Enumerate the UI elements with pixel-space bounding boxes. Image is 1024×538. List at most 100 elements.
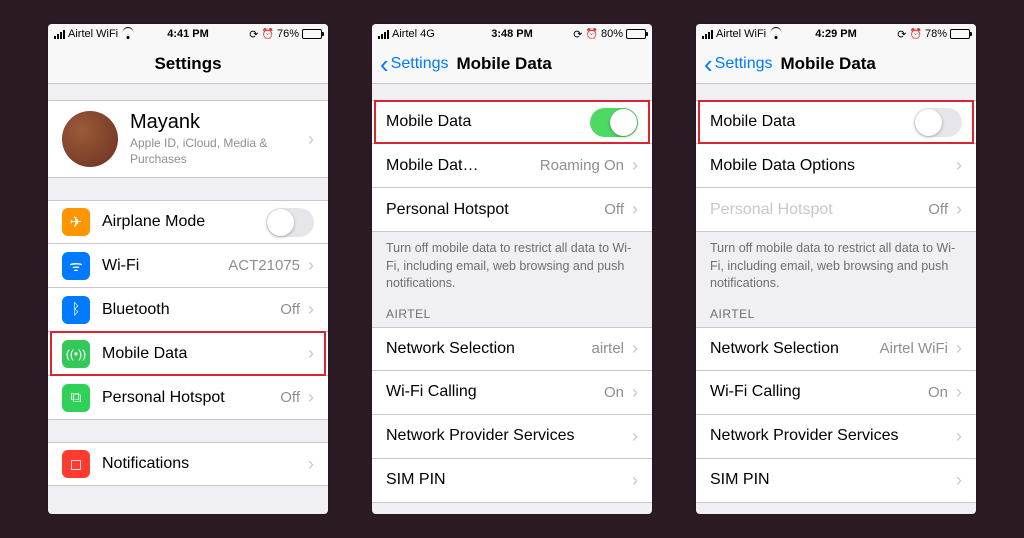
sim-pin-cell[interactable]: SIM PIN › (696, 459, 976, 503)
network-provider-cell[interactable]: Network Provider Services › (372, 415, 652, 459)
cell-detail: Off (604, 201, 624, 218)
wifi-calling-cell[interactable]: Wi-Fi Calling On › (696, 371, 976, 415)
chevron-icon: › (308, 454, 314, 475)
mobile-data-cell[interactable]: ((•)) Mobile Data › (48, 332, 328, 376)
wifi-settings-icon: ᯤ (62, 252, 90, 280)
cell-label: Network Provider Services (710, 427, 899, 445)
cell-label: Notifications (102, 455, 189, 473)
chevron-icon: › (632, 382, 638, 403)
airplane-mode-cell[interactable]: ✈ Airplane Mode (48, 200, 328, 244)
alarm-icon: ⏰ (262, 29, 274, 40)
chevron-icon: › (956, 426, 962, 447)
chevron-icon: › (956, 382, 962, 403)
back-label: Settings (391, 55, 449, 73)
hotspot-cell[interactable]: Personal Hotspot Off › (372, 188, 652, 232)
sim-pin-cell[interactable]: SIM PIN › (372, 459, 652, 503)
navbar: Settings Mobile Data (372, 44, 652, 84)
signal-icon (54, 30, 65, 39)
cell-detail: Off (280, 301, 300, 318)
chevron-icon: › (308, 129, 314, 150)
mobile-data-toggle-cell[interactable]: Mobile Data (696, 100, 976, 144)
airplane-toggle[interactable] (266, 208, 314, 237)
cell-label: SIM PIN (710, 471, 770, 489)
chevron-icon: › (956, 199, 962, 220)
back-button[interactable]: Settings (380, 55, 448, 73)
screenshot-settings-main: Airtel WiFi 4:41 PM ⟳ ⏰ 76% Settings May… (48, 24, 328, 514)
mobile-data-toggle-cell[interactable]: Mobile Data (372, 100, 652, 144)
notifications-cell[interactable]: ◻ Notifications › (48, 442, 328, 486)
cell-label: Mobile Data (386, 113, 471, 131)
cell-label: Personal Hotspot (710, 201, 833, 219)
hotspot-icon: ⧉ (62, 384, 90, 412)
chevron-icon: › (956, 338, 962, 359)
clock: 3:48 PM (491, 28, 533, 40)
carrier-section-header: AIRTEL (372, 301, 652, 327)
signal-icon (702, 30, 713, 39)
battery-icon (950, 29, 970, 39)
cell-label: Network Selection (386, 340, 515, 358)
carrier-label: Airtel WiFi (716, 28, 766, 40)
cell-label: Network Selection (710, 340, 839, 358)
chevron-icon: › (308, 343, 314, 364)
profile-name: Mayank (130, 111, 308, 134)
network-provider-cell[interactable]: Network Provider Services › (696, 415, 976, 459)
chevron-icon: › (632, 470, 638, 491)
network-selection-cell[interactable]: Network Selection airtel › (372, 327, 652, 371)
footer-note: Turn off mobile data to restrict all dat… (372, 232, 652, 301)
battery-pct: 78% (925, 28, 947, 40)
profile-subtitle: Apple ID, iCloud, Media & Purchases (130, 136, 308, 167)
bluetooth-icon: ᛒ (62, 296, 90, 324)
chevron-icon: › (956, 470, 962, 491)
cell-label: Bluetooth (102, 301, 170, 319)
chevron-icon: › (956, 155, 962, 176)
cell-detail: Airtel WiFi (880, 340, 948, 357)
cell-label: Mobile Data (102, 345, 187, 363)
hotspot-cell[interactable]: Personal Hotspot Off › (696, 188, 976, 232)
alarm-icon: ⏰ (910, 29, 922, 40)
wifi-calling-cell[interactable]: Wi-Fi Calling On › (372, 371, 652, 415)
footer-note: Turn off mobile data to restrict all dat… (696, 232, 976, 301)
back-label: Settings (715, 55, 773, 73)
cell-detail: airtel (591, 340, 624, 357)
mobile-data-options-cell[interactable]: Mobile Data Options › (696, 144, 976, 188)
cell-label: Airplane Mode (102, 213, 205, 231)
bluetooth-cell[interactable]: ᛒ Bluetooth Off › (48, 288, 328, 332)
chevron-icon: › (632, 338, 638, 359)
navbar: Settings (48, 44, 328, 84)
hotspot-cell[interactable]: ⧉ Personal Hotspot Off › (48, 376, 328, 420)
chevron-icon: › (632, 155, 638, 176)
bell-icon: ◻ (62, 450, 90, 478)
carrier-section-header: AIRTEL (696, 301, 976, 327)
cell-detail: Roaming On (540, 157, 624, 174)
battery-pct: 80% (601, 28, 623, 40)
status-bar: Airtel 4G 3:48 PM ⟳ ⏰ 80% (372, 24, 652, 44)
rotation-lock-icon: ⟳ (249, 28, 258, 41)
screenshot-mobile-data-off: Airtel WiFi 4:29 PM ⟳ ⏰ 78% Settings Mob… (696, 24, 976, 514)
cell-label: Mobile Dat… (386, 157, 478, 175)
network-selection-cell[interactable]: Network Selection Airtel WiFi › (696, 327, 976, 371)
airplane-icon: ✈ (62, 208, 90, 236)
mobile-data-toggle[interactable] (590, 108, 638, 137)
cell-detail: On (928, 384, 948, 401)
mobile-data-options-cell[interactable]: Mobile Dat… Roaming On › (372, 144, 652, 188)
back-button[interactable]: Settings (704, 55, 772, 73)
cell-label: SIM PIN (386, 471, 446, 489)
cell-label: Wi-Fi (102, 257, 139, 275)
cell-label: Mobile Data (710, 113, 795, 131)
cell-label: Network Provider Services (386, 427, 575, 445)
avatar (62, 111, 118, 167)
status-bar: Airtel WiFi 4:29 PM ⟳ ⏰ 78% (696, 24, 976, 44)
wifi-icon (121, 29, 134, 39)
navbar: Settings Mobile Data (696, 44, 976, 84)
chevron-icon: › (308, 255, 314, 276)
chevron-icon: › (308, 299, 314, 320)
wifi-icon (769, 29, 782, 39)
apple-id-cell[interactable]: Mayank Apple ID, iCloud, Media & Purchas… (48, 100, 328, 178)
wifi-cell[interactable]: ᯤ Wi-Fi ACT21075 › (48, 244, 328, 288)
status-bar: Airtel WiFi 4:41 PM ⟳ ⏰ 76% (48, 24, 328, 44)
signal-icon (378, 30, 389, 39)
mobile-data-toggle[interactable] (914, 108, 962, 137)
clock: 4:29 PM (815, 28, 857, 40)
cell-detail: Off (280, 389, 300, 406)
cell-label: Mobile Data Options (710, 157, 855, 175)
